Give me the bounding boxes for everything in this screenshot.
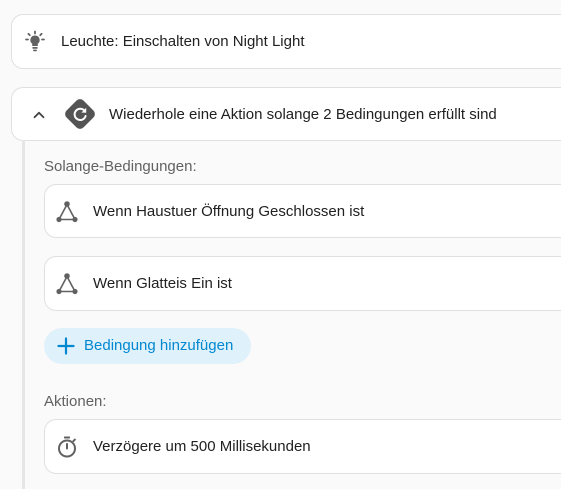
condition-icon [56, 273, 78, 295]
add-condition-button[interactable]: Bedingung hinzufügen [44, 328, 251, 364]
condition-label: Wenn Glatteis Ein ist [93, 275, 232, 292]
chevron-up-icon[interactable] [30, 106, 48, 124]
repeat-block-indent-line [22, 140, 25, 489]
condition-card[interactable]: Wenn Glatteis Ein ist [44, 256, 561, 311]
plus-icon [57, 337, 75, 355]
action-label-delay: Verzögere um 500 Millisekunden [93, 438, 311, 455]
action-label-light: Leuchte: Einschalten von Night Light [61, 33, 305, 50]
lightbulb-icon [25, 30, 45, 52]
condition-card[interactable]: Wenn Haustuer Öffnung Geschlossen ist [44, 184, 561, 238]
action-card-delay[interactable]: Verzögere um 500 Millisekunden [44, 419, 561, 474]
actions-section-label: Aktionen: [44, 393, 107, 410]
repeat-block-title: Wiederhole eine Aktion solange 2 Bedingu… [109, 106, 497, 123]
condition-label: Wenn Haustuer Öffnung Geschlossen ist [93, 203, 365, 220]
add-condition-label: Bedingung hinzufügen [84, 337, 234, 354]
condition-icon [56, 201, 78, 223]
conditions-section-label: Solange-Bedingungen: [44, 158, 197, 175]
timer-icon [58, 436, 76, 458]
action-card-light[interactable]: Leuchte: Einschalten von Night Light [11, 14, 561, 69]
repeat-block-header[interactable]: Wiederhole eine Aktion solange 2 Bedingu… [11, 87, 561, 141]
repeat-icon [65, 99, 95, 129]
